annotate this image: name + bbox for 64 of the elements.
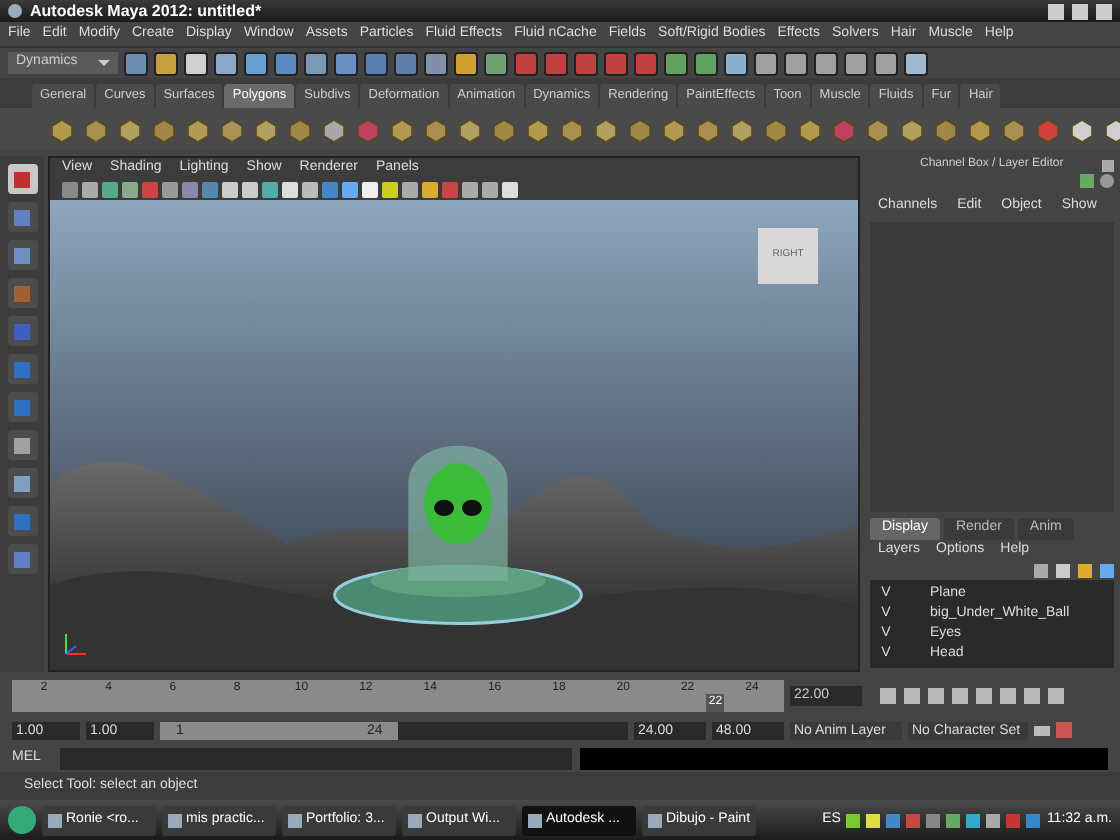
app-icon — [48, 813, 62, 827]
primitive-icon[interactable] — [388, 115, 416, 143]
tool-icon[interactable] — [454, 51, 478, 75]
primitive-icon[interactable] — [762, 115, 790, 143]
tool-icon[interactable] — [124, 51, 148, 75]
tool-icon[interactable] — [814, 51, 838, 75]
primitive-icon[interactable] — [252, 115, 280, 143]
close-button[interactable] — [1096, 3, 1112, 19]
app-icon — [8, 4, 22, 18]
tool-icon[interactable] — [7, 164, 37, 194]
tool-icon[interactable] — [184, 51, 208, 75]
minimize-button[interactable] — [1048, 3, 1064, 19]
primitive-icon[interactable] — [524, 115, 552, 143]
primitive-icon[interactable] — [422, 115, 450, 143]
start-button[interactable] — [8, 806, 36, 834]
app-icon — [648, 813, 662, 827]
tool-icon[interactable] — [784, 51, 808, 75]
tool-icon[interactable] — [664, 51, 688, 75]
primitive-icon[interactable] — [490, 115, 518, 143]
primitive-icon[interactable] — [286, 115, 314, 143]
caret-icon — [98, 60, 110, 66]
primitive-icon[interactable] — [932, 115, 960, 143]
tool-icon[interactable] — [244, 51, 268, 75]
tool-icon[interactable] — [724, 51, 748, 75]
tool-icon[interactable] — [214, 51, 238, 75]
tool-icon[interactable] — [424, 51, 448, 75]
tool-icon[interactable] — [754, 51, 778, 75]
app-icon — [288, 813, 302, 827]
maximize-button[interactable] — [1072, 3, 1088, 19]
primitive-icon[interactable] — [48, 115, 76, 143]
tool-icon[interactable] — [274, 51, 298, 75]
primitive-icon[interactable] — [796, 115, 824, 143]
tool-icon[interactable] — [7, 430, 37, 460]
primitive-icon[interactable] — [150, 115, 178, 143]
tool-icon[interactable] — [334, 51, 358, 75]
tool-icon[interactable] — [484, 51, 508, 75]
primitive-icon[interactable] — [456, 115, 484, 143]
tool-icon[interactable] — [874, 51, 898, 75]
primitive-icon[interactable] — [966, 115, 994, 143]
primitive-icon[interactable] — [728, 115, 756, 143]
tool-icon[interactable] — [694, 51, 718, 75]
primitive-icon[interactable] — [82, 115, 110, 143]
primitive-icon[interactable] — [626, 115, 654, 143]
tool-icon[interactable] — [154, 51, 178, 75]
primitive-icon[interactable] — [218, 115, 246, 143]
primitive-icon[interactable] — [558, 115, 586, 143]
window-title: Autodesk Maya 2012: untitled* — [30, 0, 262, 23]
tool-icon[interactable] — [304, 51, 328, 75]
primitive-icon[interactable] — [1000, 115, 1028, 143]
primitive-icon[interactable] — [116, 115, 144, 143]
primitive-icon[interactable] — [1068, 115, 1096, 143]
primitive-icon[interactable] — [864, 115, 892, 143]
primitive-icon[interactable] — [694, 115, 722, 143]
command-input[interactable] — [60, 747, 572, 769]
app-icon — [168, 813, 182, 827]
tool-icon[interactable] — [844, 51, 868, 75]
app-icon — [528, 813, 542, 827]
primitive-icon[interactable] — [320, 115, 348, 143]
tool-icon[interactable] — [904, 51, 928, 75]
primitive-icon[interactable] — [184, 115, 212, 143]
primitive-icon[interactable] — [660, 115, 688, 143]
primitive-icon[interactable] — [592, 115, 620, 143]
app-icon — [408, 813, 422, 827]
primitive-icon[interactable] — [898, 115, 926, 143]
